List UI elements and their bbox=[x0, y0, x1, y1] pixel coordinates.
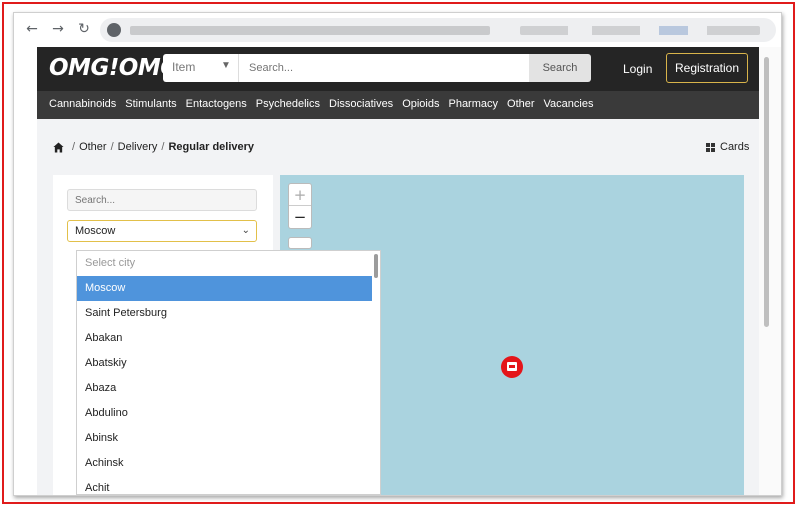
category-other[interactable]: Other bbox=[507, 98, 535, 110]
dropdown-scrollbar-thumb[interactable] bbox=[374, 254, 378, 278]
forward-icon[interactable]: → bbox=[50, 21, 66, 37]
category-vacancies[interactable]: Vacancies bbox=[544, 98, 594, 110]
dropdown-option-abakan[interactable]: Abakan bbox=[77, 326, 372, 351]
url-text-blurred bbox=[130, 26, 490, 35]
address-bar[interactable] bbox=[100, 18, 776, 42]
dropdown-placeholder: Select city bbox=[85, 257, 136, 269]
dropdown-option-abdulino[interactable]: Abdulino bbox=[77, 401, 372, 426]
city-dropdown-list: Select city Moscow Saint Petersburg Abak… bbox=[76, 250, 381, 495]
login-link[interactable]: Login bbox=[623, 62, 652, 76]
cards-label: Cards bbox=[720, 141, 750, 153]
browser-toolbar: ← → ↻ bbox=[14, 13, 781, 47]
page-scrollbar-thumb[interactable] bbox=[764, 57, 769, 327]
item-type-label: Item bbox=[172, 60, 196, 74]
category-nav: Cannabinoids Stimulants Entactogens Psyc… bbox=[37, 91, 759, 119]
breadcrumb-separator: / bbox=[161, 141, 165, 153]
city-select[interactable]: Moscow ⌄ bbox=[67, 220, 257, 242]
grid-icon bbox=[706, 142, 715, 152]
home-icon[interactable] bbox=[53, 141, 64, 153]
dropdown-option-moscow[interactable]: Moscow bbox=[77, 276, 372, 301]
page-scrollbar[interactable] bbox=[759, 47, 781, 495]
back-icon[interactable]: ← bbox=[24, 21, 40, 37]
chevron-down-icon: ▼ bbox=[221, 60, 231, 71]
map-layer-control[interactable] bbox=[288, 237, 312, 249]
cards-view-toggle[interactable]: Cards bbox=[706, 141, 749, 153]
item-type-select[interactable]: Item ▼ bbox=[163, 54, 239, 82]
zoom-control: + − bbox=[288, 183, 312, 229]
reload-icon[interactable]: ↻ bbox=[76, 21, 92, 37]
browser-window: ← → ↻ OMG!OMG! Item ▼ Search Login Regis… bbox=[13, 12, 782, 496]
breadcrumb-current: Regular delivery bbox=[168, 141, 255, 153]
dropdown-option-achit[interactable]: Achit bbox=[77, 476, 372, 494]
dropdown-option-achinsk[interactable]: Achinsk bbox=[77, 451, 372, 476]
screenshot-frame: ← → ↻ OMG!OMG! Item ▼ Search Login Regis… bbox=[2, 2, 795, 504]
dropdown-option-abaza[interactable]: Abaza bbox=[77, 376, 372, 401]
extension-icons-blurred bbox=[520, 26, 760, 35]
dropdown-option-saint-petersburg[interactable]: Saint Petersburg bbox=[77, 301, 372, 326]
site-info-icon[interactable] bbox=[107, 23, 121, 37]
category-pharmacy[interactable]: Pharmacy bbox=[448, 98, 498, 110]
zoom-in-button[interactable]: + bbox=[289, 184, 311, 206]
site-header: OMG!OMG! Item ▼ Search Login Registratio… bbox=[37, 47, 759, 91]
chevron-down-icon: ⌄ bbox=[241, 225, 250, 236]
category-psychedelics[interactable]: Psychedelics bbox=[256, 98, 320, 110]
breadcrumb-separator: / bbox=[72, 141, 76, 153]
category-list: Cannabinoids Stimulants Entactogens Psyc… bbox=[49, 98, 593, 110]
dropdown-option-abinsk[interactable]: Abinsk bbox=[77, 426, 372, 451]
filter-search-input[interactable] bbox=[67, 189, 257, 211]
registration-button[interactable]: Registration bbox=[666, 53, 748, 83]
category-opioids[interactable]: Opioids bbox=[402, 98, 439, 110]
site-search-input[interactable] bbox=[239, 54, 529, 82]
breadcrumb-separator: / bbox=[110, 141, 114, 153]
shop-marker-icon[interactable] bbox=[501, 356, 523, 378]
city-select-value: Moscow bbox=[75, 225, 116, 237]
category-dissociatives[interactable]: Dissociatives bbox=[329, 98, 393, 110]
dropdown-option-abatskiy[interactable]: Abatskiy bbox=[77, 351, 372, 376]
category-entactogens[interactable]: Entactogens bbox=[186, 98, 247, 110]
breadcrumb-other[interactable]: Other bbox=[79, 141, 107, 153]
search-button[interactable]: Search bbox=[529, 54, 591, 82]
category-stimulants[interactable]: Stimulants bbox=[125, 98, 176, 110]
breadcrumb-delivery[interactable]: Delivery bbox=[118, 141, 158, 153]
breadcrumb: / Other / Delivery / Regular delivery bbox=[53, 141, 254, 153]
zoom-out-button[interactable]: − bbox=[289, 206, 311, 228]
category-cannabinoids[interactable]: Cannabinoids bbox=[49, 98, 116, 110]
